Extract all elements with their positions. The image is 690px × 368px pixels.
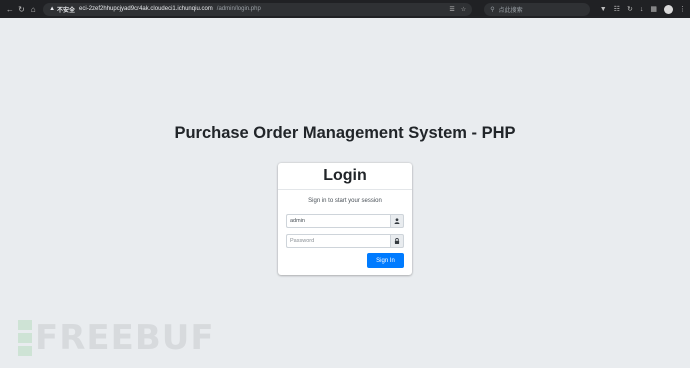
extensions-icon[interactable]: ☷: [614, 5, 620, 13]
download-icon[interactable]: ↓: [640, 6, 644, 13]
login-heading: Login: [323, 167, 367, 184]
watermark-text: FREEBUF: [35, 318, 215, 358]
sign-in-button[interactable]: Sign In: [367, 253, 404, 268]
search-icon: ⚲: [490, 6, 495, 13]
sidebar-icon[interactable]: ▦: [650, 5, 657, 13]
page-title: Purchase Order Management System - PHP: [174, 124, 516, 142]
translate-icon[interactable]: ☰: [449, 6, 454, 13]
login-card-header: Login: [278, 163, 412, 190]
username-group: [286, 214, 404, 228]
freebuf-watermark: FREEBUF: [18, 318, 215, 358]
login-box-message: Sign in to start your session: [308, 198, 382, 204]
bookmark-star-icon[interactable]: ☆: [461, 6, 466, 13]
back-icon[interactable]: ←: [4, 3, 16, 15]
url-host: eci-2zef2hhupcjyad9cr4ak.cloudeci1.ichun…: [79, 6, 213, 12]
history-icon[interactable]: ↻: [627, 5, 633, 13]
login-card: Login Sign in to start your session Sign…: [278, 163, 412, 275]
profile-avatar[interactable]: [663, 4, 673, 14]
security-indicator[interactable]: ▲ 不安全: [49, 5, 75, 14]
address-bar[interactable]: ▲ 不安全 eci-2zef2hhupcjyad9cr4ak.cloudeci1…: [43, 2, 473, 16]
security-label: 不安全: [57, 7, 76, 14]
warning-icon: ▲: [49, 6, 56, 12]
watermark-logo-icon: [18, 320, 32, 356]
lock-icon: [390, 234, 404, 248]
shield-icon[interactable]: ▼: [600, 6, 607, 13]
url-path: /admin/login.php: [216, 6, 261, 12]
reload-icon[interactable]: ↻: [16, 3, 28, 15]
password-input[interactable]: [286, 234, 390, 248]
home-icon[interactable]: ⌂: [27, 3, 39, 15]
browser-toolbar: ← ↻ ⌂ ▲ 不安全 eci-2zef2hhupcjyad9cr4ak.clo…: [0, 0, 690, 18]
search-placeholder: 点此搜索: [498, 7, 523, 14]
username-input[interactable]: [286, 214, 390, 228]
menu-icon[interactable]: ⋮: [679, 5, 686, 13]
user-icon: [390, 214, 404, 228]
password-group: [286, 234, 404, 248]
browser-search-box[interactable]: ⚲ 点此搜索: [484, 2, 590, 16]
